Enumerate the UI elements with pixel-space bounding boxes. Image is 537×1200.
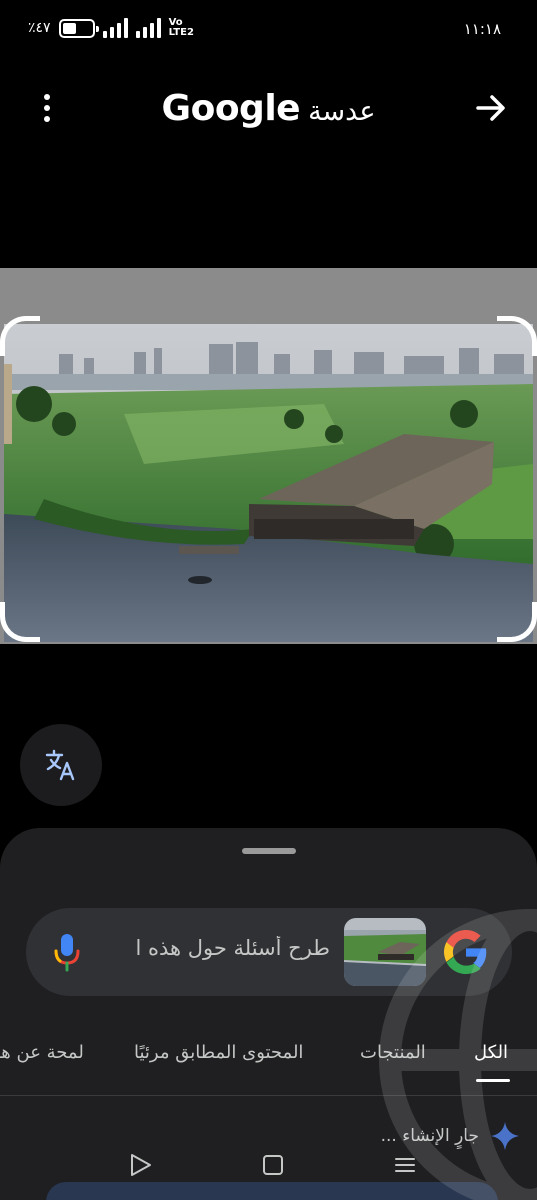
results-sheet: طرح أسئلة حول هذه ا الكل المنتجات المحتو… <box>0 828 537 1200</box>
crop-handle-top-right[interactable] <box>497 316 537 356</box>
generating-label: جارٍ الإنشاء ... <box>380 1126 479 1146</box>
image-viewer[interactable] <box>0 268 537 644</box>
search-input[interactable]: طرح أسئلة حول هذه ا <box>110 936 330 968</box>
back-button[interactable] <box>128 1152 154 1178</box>
google-g-icon <box>444 930 487 974</box>
signal-icon <box>102 18 128 38</box>
search-image-thumbnail[interactable] <box>344 918 426 986</box>
result-card-peek[interactable] <box>46 1182 498 1200</box>
battery-level <box>62 22 76 34</box>
home-button[interactable] <box>260 1152 286 1178</box>
crop-handle-top-left[interactable] <box>0 316 40 356</box>
status-icons: ٪٤٧ Vo LTE2 <box>28 18 197 38</box>
title-product: عدسة <box>308 96 376 127</box>
tab-about[interactable]: لمحة عن هـ <box>0 1042 84 1063</box>
photo-landscape <box>4 324 533 642</box>
tab-visual-matches[interactable]: المحتوى المطابق مرئيًا <box>134 1042 303 1063</box>
share-button[interactable] <box>473 90 509 126</box>
sheet-drag-handle[interactable] <box>242 848 296 854</box>
home-icon <box>263 1155 283 1175</box>
translate-button[interactable] <box>20 724 102 806</box>
search-bar[interactable]: طرح أسئلة حول هذه ا <box>26 908 512 996</box>
volte-icon: Vo LTE2 <box>169 18 197 38</box>
translate-icon <box>45 749 75 781</box>
battery-icon <box>58 18 99 38</box>
volte-bottom: LTE2 <box>168 27 194 38</box>
recents-button[interactable] <box>392 1152 418 1178</box>
mic-icon[interactable] <box>52 932 82 972</box>
menu-icon <box>395 1158 415 1172</box>
title-brand: Google <box>161 88 301 129</box>
signal-icon-2 <box>135 18 161 38</box>
battery-percent: ٪٤٧ <box>28 20 51 36</box>
clock: ١١:١٨ <box>463 20 501 38</box>
page-title: Google عدسة <box>0 88 537 129</box>
tab-all[interactable]: الكل <box>474 1042 508 1063</box>
back-icon <box>131 1154 151 1176</box>
status-bar: ٪٤٧ Vo LTE2 ١١:١٨ <box>0 0 537 62</box>
active-tab-indicator <box>476 1079 510 1082</box>
app-bar: Google عدسة <box>0 80 537 142</box>
arrow-right-icon <box>476 95 505 121</box>
result-tabs: الكل المنتجات المحتوى المطابق مرئيًا لمح… <box>0 1036 537 1096</box>
tab-products[interactable]: المنتجات <box>360 1042 426 1063</box>
